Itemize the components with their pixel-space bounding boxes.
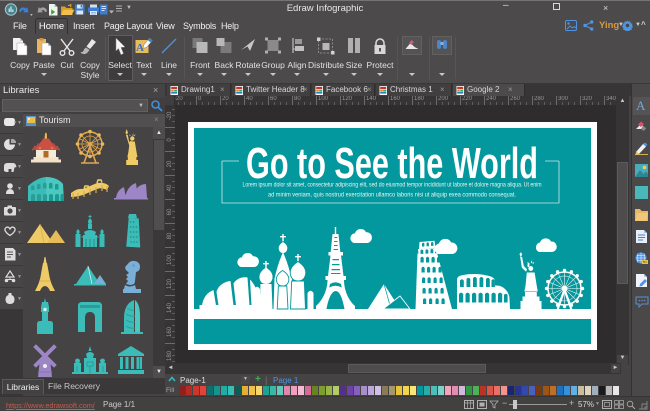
svg-text:A: A (136, 42, 144, 54)
svg-text:Lorem ipsum dolor sit amet, co: Lorem ipsum dolor sit amet, consectetur … (243, 182, 542, 189)
svg-text:ad minim veniam, quis nostrud: ad minim veniam, quis nostrud exercitati… (268, 192, 516, 199)
